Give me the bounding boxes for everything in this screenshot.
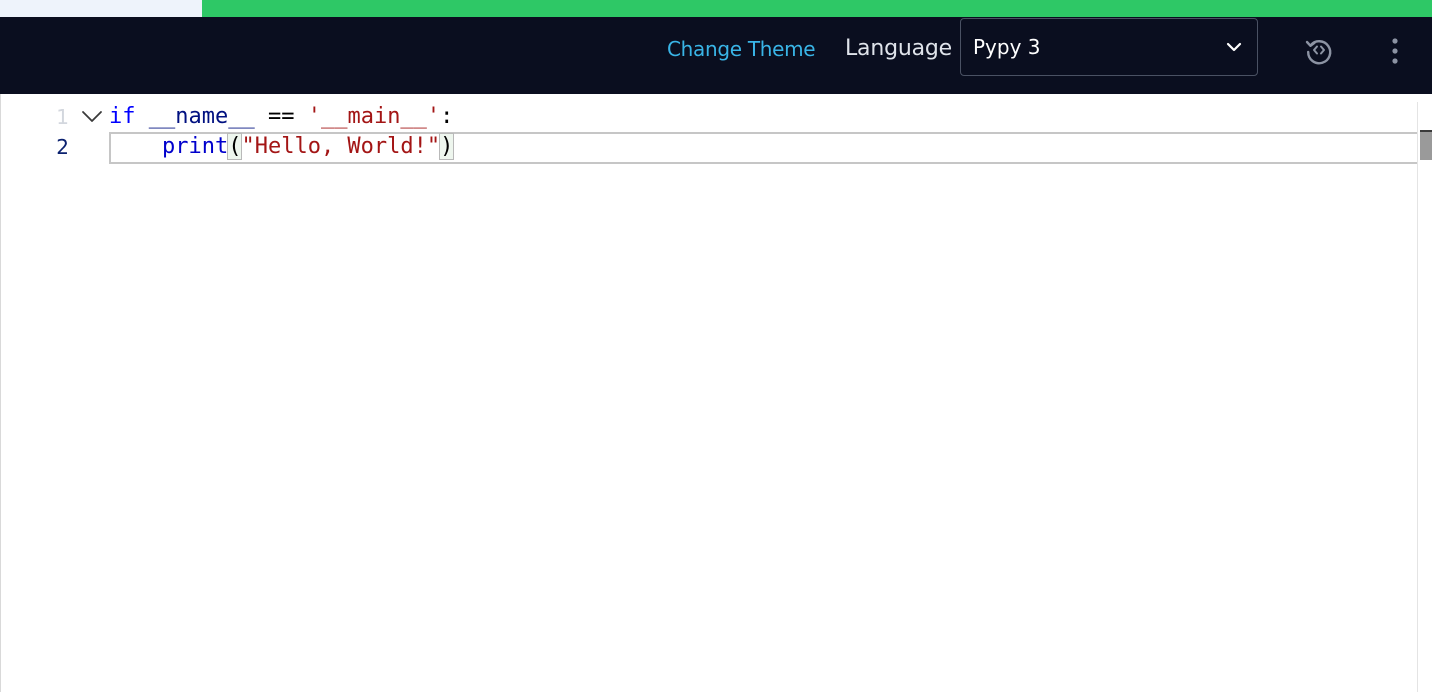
identifier-name: __name__ (148, 104, 255, 129)
line-number: 2 (56, 135, 69, 159)
function-print: print (161, 134, 229, 159)
more-vertical-icon[interactable] (1384, 36, 1406, 66)
string-main: '__main__' (307, 104, 441, 129)
chevron-down-icon (1226, 42, 1242, 52)
paren-open: ( (227, 133, 243, 160)
reset-code-icon[interactable] (1303, 34, 1335, 66)
progress-bar (0, 0, 1432, 17)
line-number: 1 (56, 105, 69, 129)
language-label: Language (845, 36, 952, 61)
colon: : (440, 104, 454, 129)
code-text: if __name__ == '__main__': (109, 102, 453, 132)
change-theme-button[interactable]: Change Theme (667, 36, 816, 62)
language-select[interactable]: Pypy 3 (960, 18, 1258, 76)
operator-eq: == (267, 104, 295, 129)
editor-toolbar: Change Theme Language Pypy 3 (0, 17, 1432, 94)
string-hello: "Hello, World!" (241, 134, 441, 159)
code-line-current: 2 print("Hello, World!") (1, 132, 1425, 164)
keyword-if: if (109, 104, 136, 129)
language-selected-value: Pypy 3 (973, 35, 1041, 59)
progress-bar-fill (201, 0, 1432, 17)
code-line: 1 if __name__ == '__main__': (1, 102, 1421, 132)
editor-scrollbar[interactable] (1417, 102, 1432, 692)
code-text: print("Hello, World!") (109, 132, 455, 162)
scrollbar-thumb[interactable] (1420, 132, 1432, 160)
paren-close: ) (439, 133, 455, 160)
code-editor[interactable]: 1 if __name__ == '__main__': 2 print("He… (0, 94, 1432, 692)
fold-chevron-icon[interactable] (81, 110, 103, 124)
